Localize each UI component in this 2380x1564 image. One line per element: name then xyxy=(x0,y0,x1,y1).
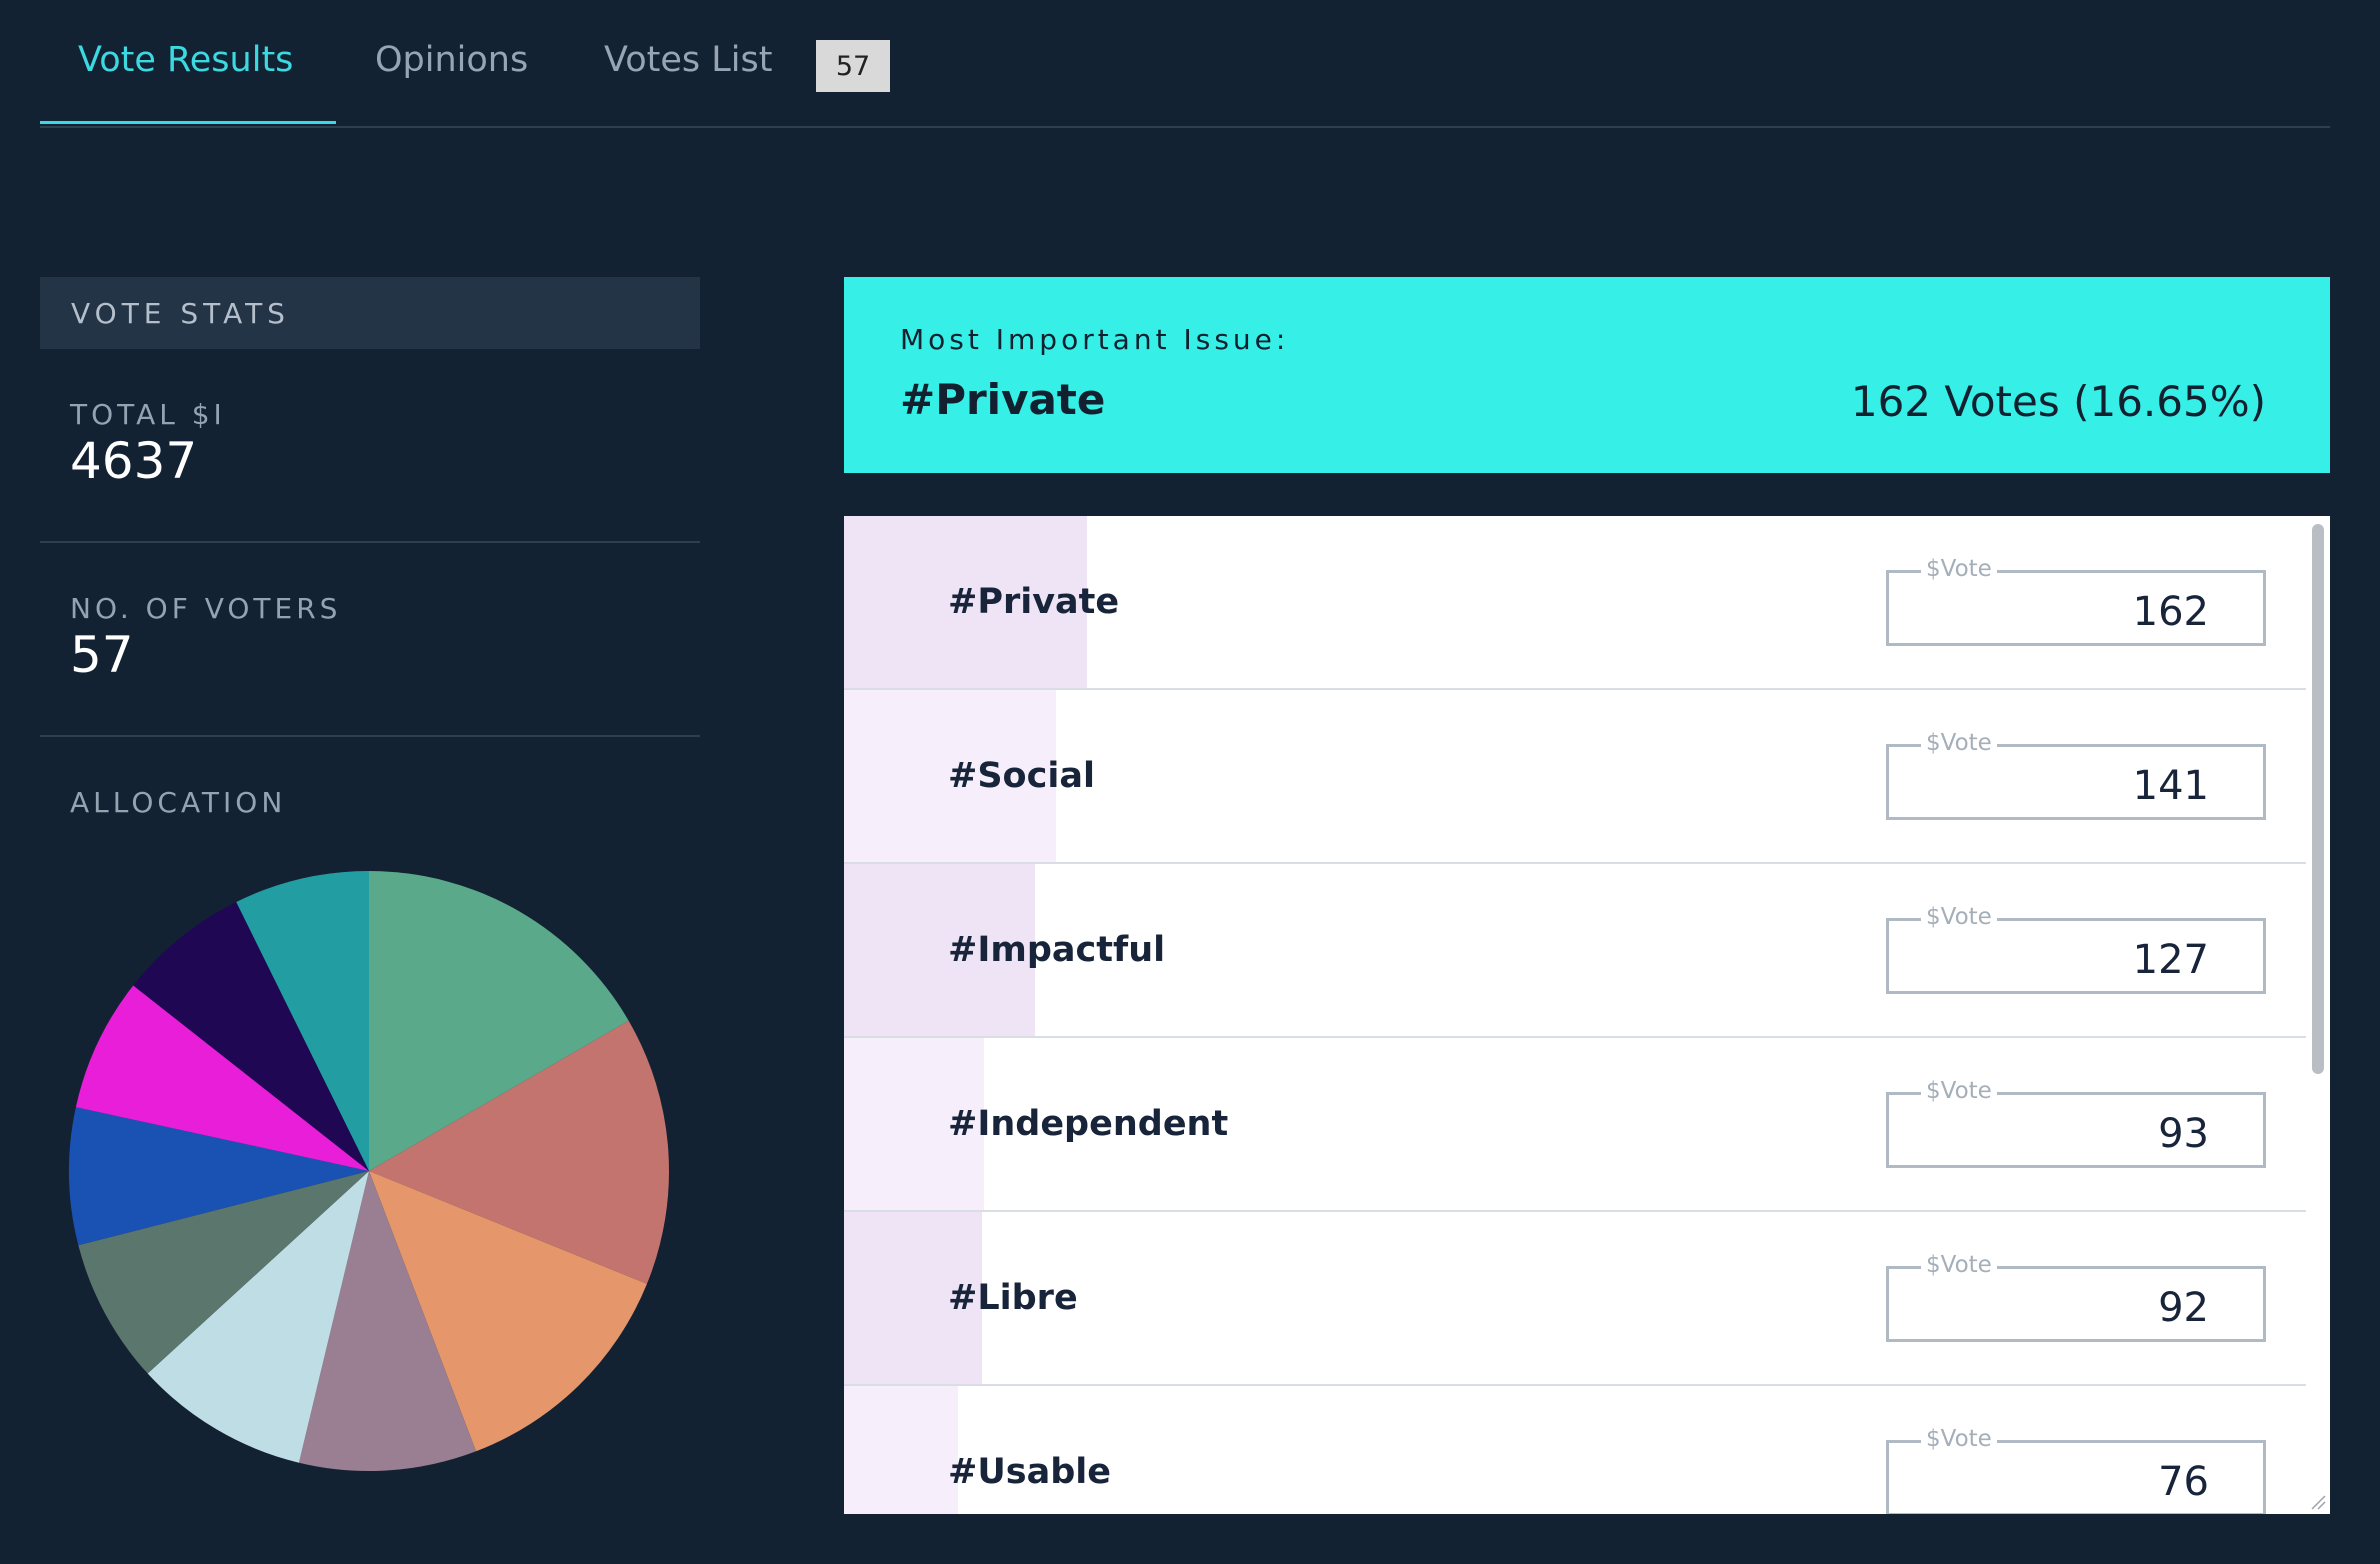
issue-label: #Libre xyxy=(948,1278,1078,1318)
vote-input-value: 92 xyxy=(2158,1285,2209,1331)
issue-list[interactable]: #Usable $Vote 76 #Libre $Vote 92 #Independent $… xyxy=(844,516,2330,1514)
issue-row: #Independent $Vote 93 xyxy=(844,1038,2306,1212)
voters-label: NO. OF VOTERS xyxy=(70,592,342,625)
banner-issue: #Private xyxy=(900,375,1106,424)
stats-divider xyxy=(40,735,700,737)
tab-opinions[interactable]: Opinions xyxy=(375,40,528,80)
tab-vote-results[interactable]: Vote Results xyxy=(78,40,293,80)
allocation-pie-chart xyxy=(69,871,669,1471)
vote-input[interactable]: $Vote 76 xyxy=(1886,1426,2266,1514)
scrollbar[interactable] xyxy=(2312,524,2324,1074)
voters-value: 57 xyxy=(70,626,134,684)
issue-label: #Usable xyxy=(948,1452,1111,1492)
issue-row: #Usable $Vote 76 xyxy=(844,1386,2306,1514)
vote-stats-header: VOTE STATS xyxy=(40,277,700,349)
vote-input[interactable]: $Vote 127 xyxy=(1886,904,2266,994)
issue-row: #Private $Vote 162 xyxy=(844,516,2306,690)
total-label: TOTAL $I xyxy=(70,398,226,431)
resize-grip-icon[interactable] xyxy=(2308,1492,2326,1510)
vote-input-legend: $Vote xyxy=(1921,1426,1997,1452)
active-tab-indicator xyxy=(40,121,336,124)
vote-input-value: 93 xyxy=(2158,1111,2209,1157)
most-important-issue-banner: Most Important Issue: #Private 162 Votes… xyxy=(844,277,2330,473)
votes-count-badge: 57 xyxy=(816,40,890,92)
issue-row: #Social $Vote 141 xyxy=(844,690,2306,864)
vote-input[interactable]: $Vote 92 xyxy=(1886,1252,2266,1342)
banner-label: Most Important Issue: xyxy=(900,323,1290,356)
stats-divider xyxy=(40,541,700,543)
vote-input-value: 76 xyxy=(2158,1459,2209,1505)
vote-input-legend: $Vote xyxy=(1921,1078,1997,1104)
banner-votes: 162 Votes (16.65%) xyxy=(1850,377,2266,426)
vote-input[interactable]: $Vote 162 xyxy=(1886,556,2266,646)
vote-input-legend: $Vote xyxy=(1921,1252,1997,1278)
vote-input-legend: $Vote xyxy=(1921,730,1997,756)
vote-input[interactable]: $Vote 141 xyxy=(1886,730,2266,820)
issue-label: #Independent xyxy=(948,1104,1229,1144)
vote-input-value: 127 xyxy=(2132,937,2209,983)
vote-input-legend: $Vote xyxy=(1921,904,1997,930)
issue-row: #Libre $Vote 92 xyxy=(844,1212,2306,1386)
allocation-label: ALLOCATION xyxy=(70,786,287,819)
tab-bar: Vote Results Opinions Votes List 57 xyxy=(40,0,2330,128)
vote-input[interactable]: $Vote 93 xyxy=(1886,1078,2266,1168)
issue-row: #Impactful $Vote 127 xyxy=(844,864,2306,1038)
issue-label: #Private xyxy=(948,582,1120,622)
issue-label: #Social xyxy=(948,756,1095,796)
vote-input-value: 162 xyxy=(2132,589,2209,635)
vote-input-legend: $Vote xyxy=(1921,556,1997,582)
tab-votes-list[interactable]: Votes List xyxy=(604,40,772,80)
issue-label: #Impactful xyxy=(948,930,1166,970)
vote-input-value: 141 xyxy=(2132,763,2209,809)
issue-share-bar xyxy=(844,1386,958,1514)
total-value: 4637 xyxy=(70,432,198,490)
